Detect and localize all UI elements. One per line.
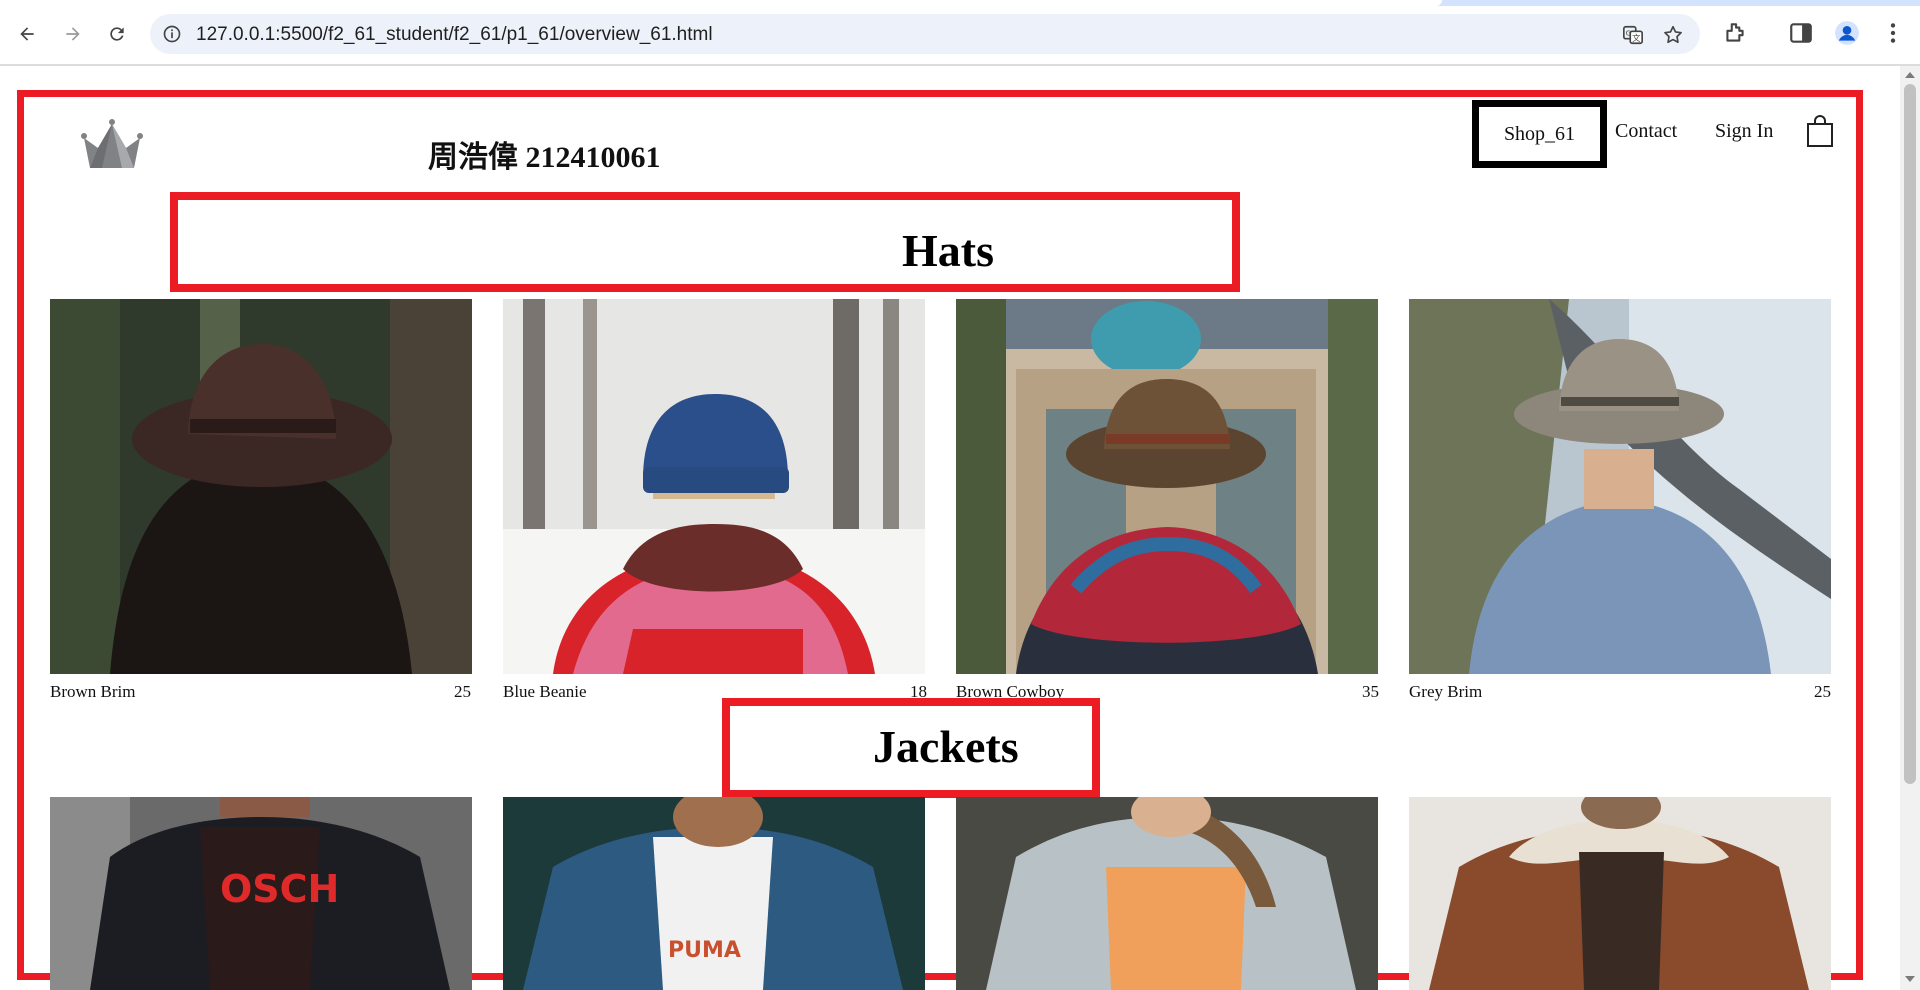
product-price: 25 (1814, 682, 1831, 701)
back-arrow-icon (20, 27, 34, 41)
kebab-menu-icon[interactable] (1880, 20, 1906, 46)
product-image-brown-brim[interactable] (50, 299, 472, 674)
nav-link-sign-in[interactable]: Sign In (1715, 120, 1773, 143)
product-price: 35 (1362, 682, 1379, 701)
product-price: 25 (454, 682, 471, 701)
product-image-jacket[interactable]: PUMA (503, 797, 925, 990)
scroll-down-arrow-icon[interactable] (1905, 976, 1915, 982)
product-image-jacket[interactable]: OSCH (50, 797, 472, 990)
profile-icon[interactable] (1834, 20, 1860, 46)
bookmark-star-icon[interactable] (1662, 24, 1684, 46)
product-image-brown-cowboy[interactable] (956, 299, 1378, 674)
svg-text:PUMA: PUMA (668, 938, 741, 963)
svg-text:文: 文 (1632, 33, 1640, 43)
browser-toolbar: 127.0.0.1:5500/f2_61_student/f2_61/p1_61… (0, 0, 1920, 66)
product-name: Brown Brim (50, 682, 136, 701)
forward-button[interactable] (56, 17, 90, 51)
shopping-bag-icon[interactable] (1806, 114, 1834, 148)
page-scrollbar[interactable] (1900, 66, 1920, 990)
product-image-blue-beanie[interactable] (503, 299, 925, 674)
section-title-hats[interactable]: Hats (902, 224, 994, 277)
hats-title-outline (170, 192, 1240, 292)
section-title-jackets[interactable]: Jackets (873, 720, 1019, 773)
svg-text:G: G (1626, 28, 1632, 37)
svg-text:OSCH: OSCH (220, 867, 339, 911)
side-panel-icon[interactable] (1788, 20, 1814, 46)
product-image-grey-brim[interactable] (1409, 299, 1831, 674)
reload-icon (110, 27, 124, 41)
product-name: Grey Brim (1409, 682, 1483, 701)
extensions-icon[interactable] (1722, 20, 1748, 46)
product-name: Blue Beanie (503, 682, 587, 701)
scrollbar-thumb[interactable] (1904, 84, 1916, 784)
product-image-jacket[interactable] (1409, 797, 1831, 990)
page-viewport: 周浩偉 212410061 Shop_61 Contact Sign In Ha… (0, 66, 1900, 990)
nav-link-contact[interactable]: Contact (1615, 120, 1677, 143)
url-text[interactable]: 127.0.0.1:5500/f2_61_student/f2_61/p1_61… (196, 24, 713, 46)
forward-arrow-icon (66, 27, 80, 41)
product-image-jacket[interactable] (956, 797, 1378, 990)
translate-icon[interactable]: 文 G (1622, 24, 1644, 46)
back-button[interactable] (10, 17, 44, 51)
scroll-up-arrow-icon[interactable] (1905, 72, 1915, 78)
crown-icon[interactable] (80, 118, 144, 170)
site-info-icon[interactable] (162, 24, 182, 44)
student-id-heading: 周浩偉 212410061 (428, 141, 661, 174)
reload-button[interactable] (100, 17, 134, 51)
address-bar[interactable]: 127.0.0.1:5500/f2_61_student/f2_61/p1_61… (150, 14, 1700, 54)
nav-link-shop[interactable]: Shop_61 (1472, 100, 1607, 168)
tab-strip (0, 0, 1920, 6)
